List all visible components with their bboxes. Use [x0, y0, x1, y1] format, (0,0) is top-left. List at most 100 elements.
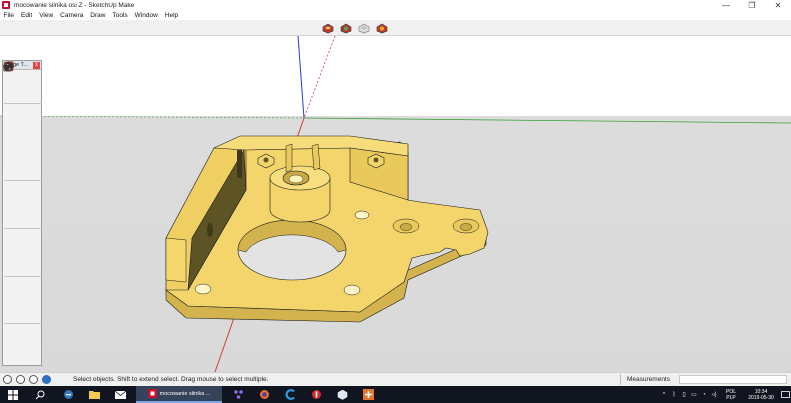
zoom-tool[interactable]: [3, 61, 22, 307]
text-tool[interactable]: A1: [3, 61, 42, 260]
credits-icon[interactable]: [16, 375, 25, 384]
blue-axis: [297, 36, 305, 119]
menu-camera[interactable]: Camera: [57, 12, 87, 19]
edge-taskbar-button[interactable]: [58, 386, 78, 403]
app-taskbar-button-1[interactable]: [228, 386, 248, 403]
zoom-window-tool[interactable]: [3, 61, 42, 307]
walk-tool[interactable]: [4, 62, 22, 355]
scale-tool[interactable]: [3, 61, 22, 227]
windows-logo-icon: [8, 389, 18, 400]
system-tray: ^ ᛒ ▯ ▭ ◔ ◃) POL PLP 10:34 2019-05-30: [659, 386, 791, 403]
orbit-tool[interactable]: [3, 62, 22, 293]
show-hidden-icons-icon[interactable]: ^: [659, 386, 669, 403]
eraser-tool[interactable]: [4, 62, 42, 102]
offset-tool[interactable]: [3, 61, 42, 227]
component-tool[interactable]: [3, 62, 42, 87]
start-button[interactable]: [0, 386, 26, 403]
folder-icon: [88, 391, 100, 399]
pan-tool[interactable]: [5, 61, 42, 293]
rotated-rectangle-tool[interactable]: [4, 62, 42, 135]
search-button[interactable]: [30, 386, 50, 403]
screw-hole-left: [194, 283, 212, 295]
geo-location-icon[interactable]: [3, 375, 12, 384]
position-camera-tool[interactable]: [4, 62, 22, 340]
rectangle-tool[interactable]: [4, 62, 22, 135]
app-taskbar-button-4[interactable]: [306, 386, 326, 403]
measurements-input[interactable]: [679, 375, 787, 384]
push-pull-tool[interactable]: [3, 62, 42, 197]
status-bar: Select objects. Shift to extend select. …: [0, 372, 791, 386]
polygon-tool[interactable]: [3, 61, 42, 150]
menu-help[interactable]: Help: [161, 12, 181, 19]
close-button[interactable]: ✕: [765, 0, 791, 10]
action-center-button[interactable]: [779, 386, 791, 403]
menu-file[interactable]: File: [0, 12, 17, 19]
menu-view[interactable]: View: [36, 12, 57, 19]
hex-nut-right-hole: [373, 157, 379, 163]
tape-measure-tool[interactable]: [3, 61, 22, 245]
pie-tool[interactable]: [4, 62, 42, 164]
palette-close-button[interactable]: x: [33, 61, 40, 69]
measurements-label: Measurements: [620, 374, 670, 385]
user-account-icon[interactable]: [29, 375, 38, 384]
app-taskbar-button-6[interactable]: [358, 386, 378, 403]
app-taskbar-button-3[interactable]: [280, 386, 300, 403]
window-controls: — ❐ ✕: [713, 0, 791, 10]
freehand-tool[interactable]: [3, 61, 42, 120]
network-app-icon: [233, 390, 243, 399]
dimension-tool[interactable]: [3, 61, 42, 245]
three-point-arc-tool[interactable]: [4, 61, 42, 179]
network-icon[interactable]: ◔: [699, 386, 709, 403]
menu-edit[interactable]: Edit: [17, 12, 35, 19]
two-point-arc-tool[interactable]: [3, 61, 22, 179]
maximize-button[interactable]: ❐: [739, 0, 765, 10]
file-explorer-taskbar-button[interactable]: [84, 386, 104, 403]
instructor-icon[interactable]: [42, 375, 51, 384]
search-icon: [35, 390, 45, 399]
input-language[interactable]: POL PLP: [722, 389, 740, 401]
slot-tab-left: [285, 143, 293, 173]
menu-tools[interactable]: Tools: [109, 12, 131, 19]
app-taskbar-button-2[interactable]: [254, 386, 274, 403]
mail-taskbar-button[interactable]: [110, 386, 130, 403]
minimize-button[interactable]: —: [713, 0, 739, 10]
zoom-extents-tool[interactable]: [3, 61, 22, 322]
circle-tool[interactable]: [3, 61, 22, 150]
monitor-icon[interactable]: ▭: [689, 386, 699, 403]
bluetooth-icon[interactable]: ᛒ: [669, 386, 679, 403]
paint-bucket-tool[interactable]: [4, 61, 22, 102]
sketchup-app-icon: [2, 1, 10, 9]
rotate-tool[interactable]: [3, 62, 22, 212]
3d-text-tool[interactable]: [4, 62, 42, 275]
menu-window[interactable]: Window: [131, 12, 161, 19]
look-around-tool[interactable]: [3, 63, 42, 340]
red-app-icon: [311, 390, 321, 399]
volume-icon[interactable]: ◃): [709, 386, 719, 403]
mail-icon: [114, 390, 126, 399]
toolbar: [0, 20, 791, 36]
select-tool[interactable]: [4, 62, 22, 87]
screw-hole-top: [354, 210, 370, 220]
protractor-tool[interactable]: [3, 63, 22, 260]
app-taskbar-button-5[interactable]: [332, 386, 352, 403]
battery-icon[interactable]: ▯: [679, 386, 689, 403]
extension-icon[interactable]: [374, 22, 389, 34]
materials-icon[interactable]: [338, 22, 353, 34]
sketchup-taskbar-button[interactable]: mocowanie silnika ...: [136, 386, 222, 403]
menu-draw[interactable]: Draw: [87, 12, 109, 19]
previous-view-tool[interactable]: [3, 62, 42, 322]
move-tool[interactable]: [3, 61, 22, 197]
title-bar: mocowanie silnika osi Z - SketchUp Make …: [0, 0, 791, 10]
components-icon[interactable]: [320, 22, 335, 34]
section-plane-tool[interactable]: [3, 61, 42, 355]
model-canvas[interactable]: [0, 36, 791, 372]
scene-icon[interactable]: [356, 22, 371, 34]
line-tool[interactable]: [3, 61, 22, 120]
follow-me-tool[interactable]: [3, 64, 42, 212]
clock[interactable]: 10:34 2019-05-30: [747, 389, 775, 401]
arc-tool[interactable]: [3, 61, 22, 164]
axes-tool[interactable]: [3, 62, 22, 275]
motor-mount-model[interactable]: [165, 135, 489, 323]
windows-taskbar: mocowanie silnika ... ^ ᛒ ▯ ▭ ◔ ◃) POL P…: [0, 386, 791, 403]
drawing-viewport[interactable]: Large T... x: [0, 36, 791, 372]
